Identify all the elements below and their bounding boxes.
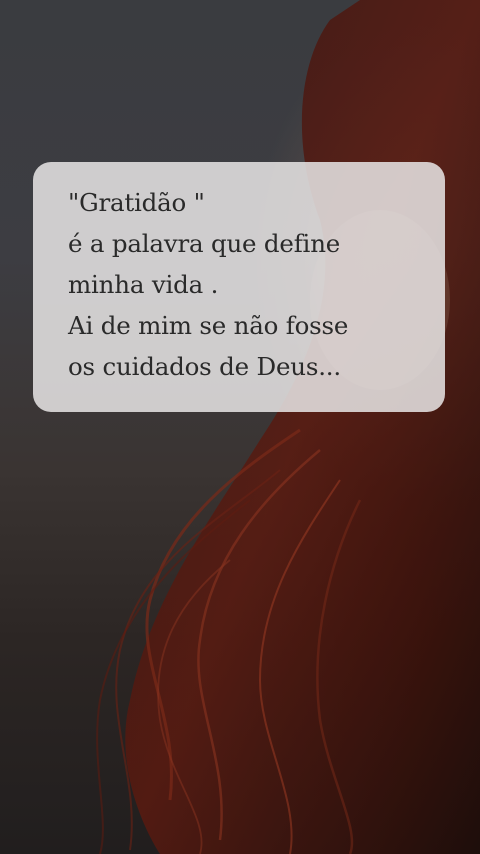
hair-silhouette-image <box>96 0 480 854</box>
quote-line-3: minha vida . <box>68 270 219 299</box>
quote-line-1: "Gratidão " <box>68 188 205 217</box>
quote-line-2: é a palavra que define <box>68 229 341 258</box>
quote-line-5: os cuidados de Deus... <box>68 352 341 381</box>
quote-line-4: Ai de mim se não fosse <box>68 311 349 340</box>
background-photo: "Gratidão " é a palavra que define minha… <box>0 0 480 854</box>
quote-card: "Gratidão " é a palavra que define minha… <box>33 162 445 412</box>
